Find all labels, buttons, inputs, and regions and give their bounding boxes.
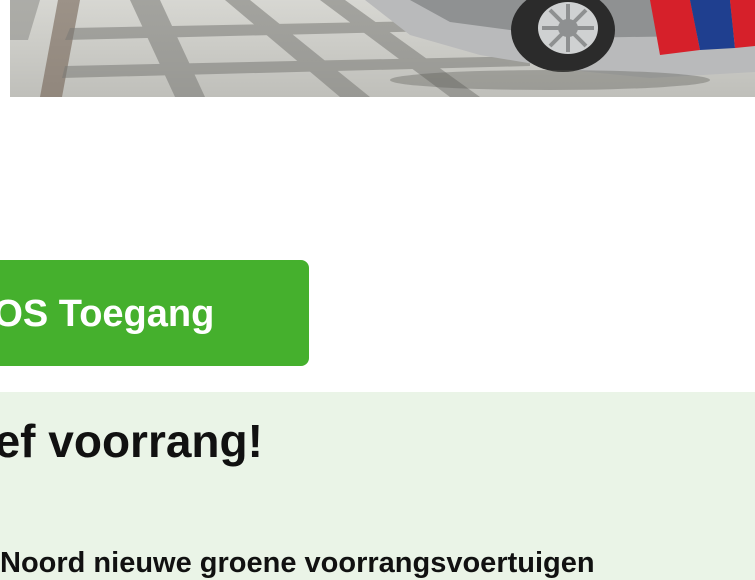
priority-section: eef voorrang! Noord nieuwe groene voorra… <box>0 392 755 580</box>
sos-access-button[interactable]: SOS Toegang <box>0 260 309 366</box>
sos-access-button-label: SOS Toegang <box>0 293 215 335</box>
section-lead: Noord nieuwe groene voorrangsvoertuigen <box>0 547 595 579</box>
section-heading: eef voorrang! <box>0 415 263 467</box>
hero-image <box>10 0 755 97</box>
garage-photo <box>10 0 755 97</box>
